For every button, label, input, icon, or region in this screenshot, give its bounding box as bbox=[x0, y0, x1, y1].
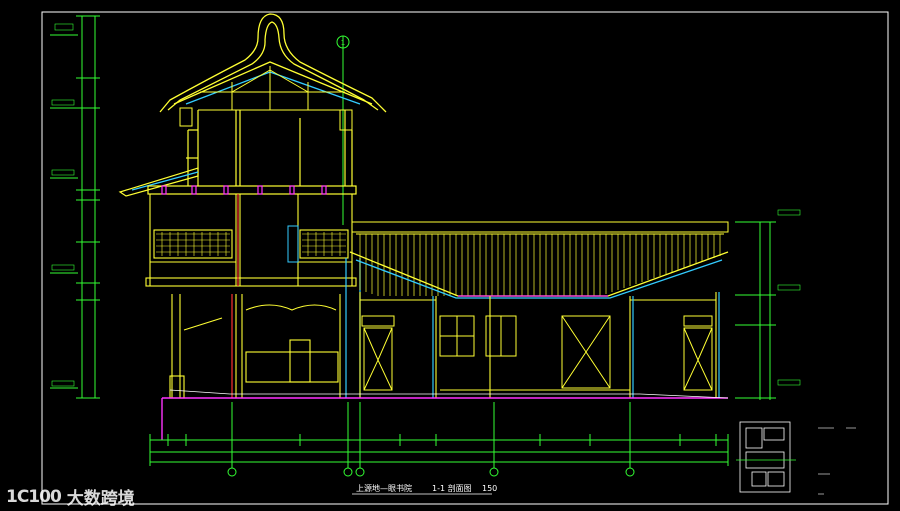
tower-ground-floor bbox=[169, 294, 341, 399]
cad-drawing: 1 上源地—眼书院 1-1 剖面图 150 bbox=[41, 11, 889, 505]
hall-eaves bbox=[349, 251, 729, 299]
drawing-title: 上源地—眼书院 bbox=[356, 483, 412, 493]
watermark-mark: 1C100 bbox=[6, 486, 62, 507]
tower-roof bbox=[159, 13, 387, 113]
bottom-dimensions bbox=[149, 434, 729, 466]
ground-line bbox=[161, 389, 729, 440]
drawing-scale: 150 bbox=[482, 484, 497, 493]
right-elevation-dimensions bbox=[735, 209, 801, 400]
left-elevation-markers bbox=[51, 23, 75, 387]
left-elevation-dimensions bbox=[50, 15, 100, 399]
tower-column-red bbox=[231, 194, 239, 398]
hall-columns-blue bbox=[432, 292, 720, 398]
tower-staircase-blue bbox=[287, 225, 299, 263]
legend-notes bbox=[818, 427, 856, 495]
watermark-logo: 1C100 大数跨境 bbox=[6, 484, 135, 510]
hall-roof-tile-lines bbox=[359, 234, 721, 296]
tower-second-floor bbox=[147, 185, 357, 195]
section-marker-number: 1 bbox=[341, 39, 345, 47]
tower-walls bbox=[186, 110, 353, 186]
drawing-section-label: 1-1 剖面图 bbox=[432, 483, 472, 493]
axis-bubbles bbox=[227, 402, 635, 477]
tower-left-eave bbox=[118, 167, 199, 197]
key-plan bbox=[736, 421, 796, 493]
hall-columns bbox=[359, 292, 717, 398]
hall-roof-tiles bbox=[351, 221, 729, 235]
balustrade-pattern-right bbox=[302, 232, 346, 256]
watermark-text: 大数跨境 bbox=[66, 489, 135, 509]
balustrade-pattern-left bbox=[156, 232, 230, 256]
tower-column-blue bbox=[345, 258, 361, 398]
hall-doors bbox=[361, 315, 713, 391]
